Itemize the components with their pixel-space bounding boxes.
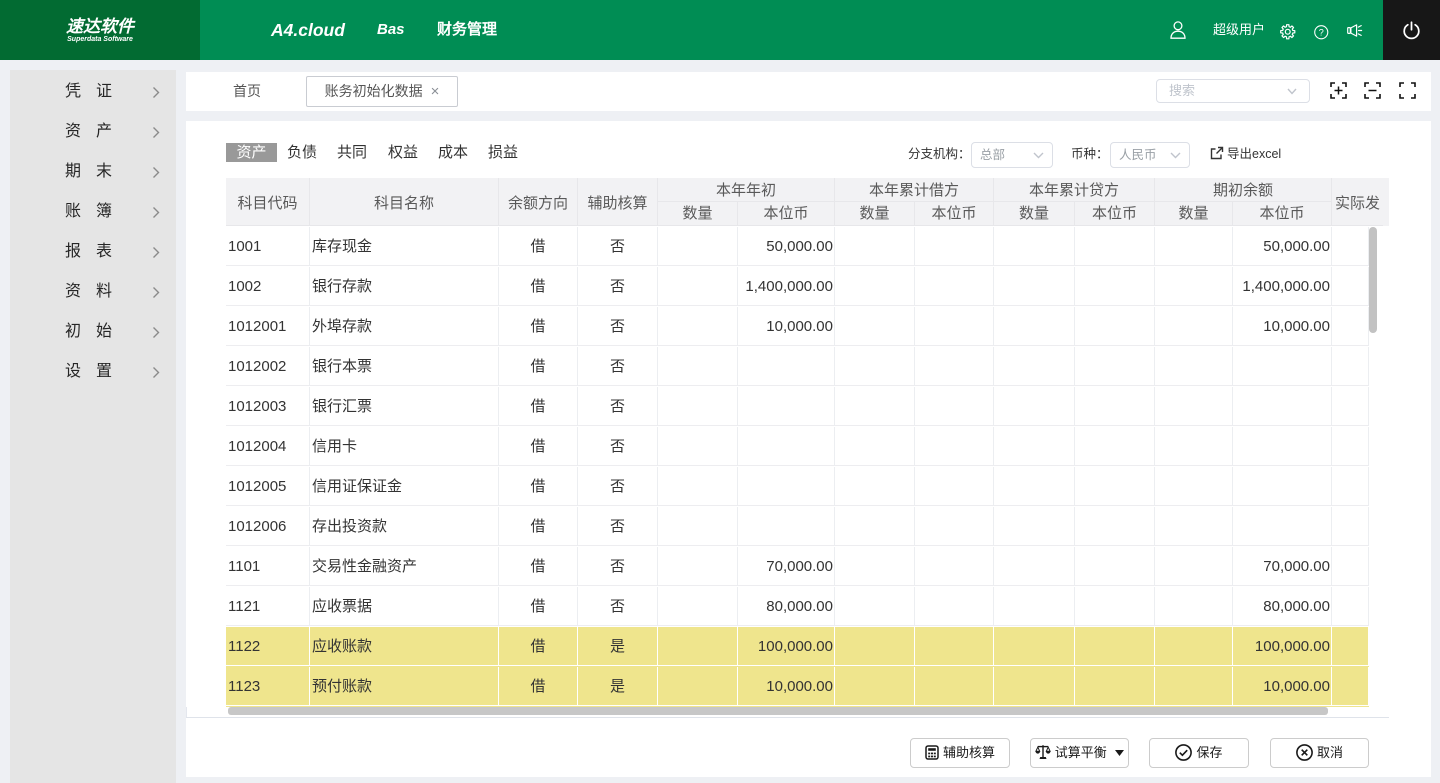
svg-text:?: ? [1319,28,1324,38]
